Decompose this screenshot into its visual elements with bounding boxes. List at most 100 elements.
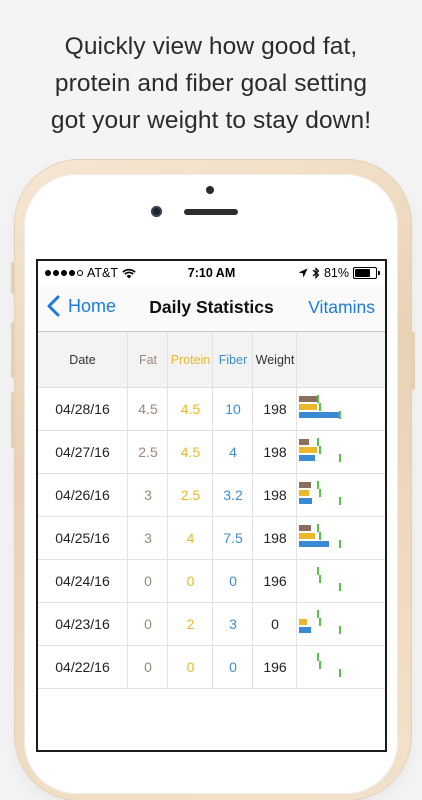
- cell-date: 04/25/16: [55, 530, 110, 546]
- table-row[interactable]: 04/24/16 0 0 0 196: [38, 560, 385, 603]
- column-header-weight: Weight: [252, 332, 297, 387]
- protein-bar: [299, 533, 315, 539]
- goal-marker: [339, 583, 341, 591]
- goal-marker: [317, 524, 319, 532]
- cell-date: 04/26/16: [55, 487, 110, 503]
- cell-weight: 196: [252, 646, 297, 688]
- goal-marker: [339, 626, 341, 634]
- statistics-table: Date Fat Protein Fiber Weight 04/28/16 4.…: [38, 332, 385, 689]
- cell-fiber: 0: [212, 646, 253, 688]
- goal-marker: [339, 540, 341, 548]
- cell-protein: 4: [167, 517, 213, 559]
- battery-icon: [353, 267, 380, 279]
- cell-date: 04/24/16: [55, 573, 110, 589]
- fat-bar: [299, 396, 317, 402]
- cell-protein: 2.5: [167, 474, 213, 516]
- navigation-bar: Home Daily Statistics Vitamins: [38, 285, 385, 332]
- cell-protein: 4.5: [167, 431, 213, 473]
- protein-bar: [299, 490, 309, 496]
- cell-fiber: 3.2: [212, 474, 253, 516]
- cell-weight: 198: [252, 388, 297, 430]
- cell-mini-chart: [296, 603, 385, 645]
- goal-marker: [317, 610, 319, 618]
- promo-caption: Quickly view how good fat, protein and f…: [0, 28, 422, 139]
- cell-weight: 198: [252, 517, 297, 559]
- cell-mini-chart: [296, 646, 385, 688]
- fiber-bar: [299, 627, 311, 633]
- cell-protein: 2: [167, 603, 213, 645]
- goal-marker: [317, 567, 319, 575]
- protein-bar: [299, 619, 307, 625]
- cell-fiber: 7.5: [212, 517, 253, 559]
- fat-bar: [299, 439, 309, 445]
- cell-weight: 196: [252, 560, 297, 602]
- column-header-protein: Protein: [167, 332, 213, 387]
- goal-marker: [317, 438, 319, 446]
- power-button: [411, 332, 415, 390]
- table-row[interactable]: 04/28/16 4.5 4.5 10 198: [38, 388, 385, 431]
- cell-date: 04/22/16: [55, 659, 110, 675]
- vitamins-button[interactable]: Vitamins: [308, 297, 375, 318]
- table-row[interactable]: 04/27/16 2.5 4.5 4 198: [38, 431, 385, 474]
- status-right-group: 81%: [298, 266, 380, 280]
- earpiece-speaker: [184, 209, 238, 215]
- cell-mini-chart: [296, 517, 385, 559]
- goal-marker: [339, 411, 341, 419]
- cell-fiber: 4: [212, 431, 253, 473]
- goal-marker: [317, 395, 319, 403]
- goal-marker: [319, 489, 321, 497]
- cell-fiber: 3: [212, 603, 253, 645]
- front-camera: [151, 206, 162, 217]
- protein-bar: [299, 404, 317, 410]
- fiber-bar: [299, 541, 329, 547]
- fiber-bar: [299, 412, 339, 418]
- table-header: Date Fat Protein Fiber Weight: [38, 332, 385, 388]
- cell-weight: 198: [252, 431, 297, 473]
- fiber-bar: [299, 498, 312, 504]
- cell-date: 04/23/16: [55, 616, 110, 632]
- status-bar: AT&T 7:10 AM 81%: [38, 261, 385, 285]
- cell-fat: 0: [127, 646, 168, 688]
- promo-line-3: got your weight to stay down!: [50, 107, 372, 134]
- table-row[interactable]: 04/25/16 3 4 7.5 198: [38, 517, 385, 560]
- cell-fat: 2.5: [127, 431, 168, 473]
- cell-weight: 198: [252, 474, 297, 516]
- app-screen: AT&T 7:10 AM 81% Home Daily Statistics V…: [38, 261, 385, 750]
- cell-protein: 4.5: [167, 388, 213, 430]
- goal-marker: [319, 446, 321, 454]
- cell-fat: 0: [127, 603, 168, 645]
- volume-up-button: [11, 322, 15, 378]
- cell-mini-chart: [296, 388, 385, 430]
- cell-mini-chart: [296, 474, 385, 516]
- goal-marker: [317, 481, 319, 489]
- cell-fat: 3: [127, 517, 168, 559]
- goal-marker: [339, 497, 341, 505]
- cell-fiber: 0: [212, 560, 253, 602]
- volume-down-button: [11, 392, 15, 448]
- goal-marker: [319, 618, 321, 626]
- table-body: 04/28/16 4.5 4.5 10 198 04/27/16 2.5 4.5 4 198 04/…: [38, 388, 385, 689]
- cell-date: 04/27/16: [55, 444, 110, 460]
- cell-fat: 0: [127, 560, 168, 602]
- table-row[interactable]: 04/22/16 0 0 0 196: [38, 646, 385, 689]
- cell-fiber: 10: [212, 388, 253, 430]
- location-arrow-icon: [298, 268, 308, 278]
- mute-switch: [11, 262, 15, 294]
- table-row[interactable]: 04/23/16 0 2 3 0: [38, 603, 385, 646]
- goal-marker: [319, 661, 321, 669]
- column-header-date: Date: [69, 352, 96, 367]
- protein-bar: [299, 447, 317, 453]
- goal-marker: [339, 454, 341, 462]
- cell-fat: 4.5: [127, 388, 168, 430]
- goal-marker: [319, 403, 321, 411]
- cell-fat: 3: [127, 474, 168, 516]
- cell-weight: 0: [252, 603, 297, 645]
- bluetooth-icon: [312, 267, 320, 279]
- promo-line-2: protein and fiber goal setting: [54, 70, 368, 97]
- table-row[interactable]: 04/26/16 3 2.5 3.2 198: [38, 474, 385, 517]
- cell-mini-chart: [296, 431, 385, 473]
- fiber-bar: [299, 455, 315, 461]
- cell-protein: 0: [167, 560, 213, 602]
- proximity-sensor: [206, 186, 214, 194]
- goal-marker: [339, 669, 341, 677]
